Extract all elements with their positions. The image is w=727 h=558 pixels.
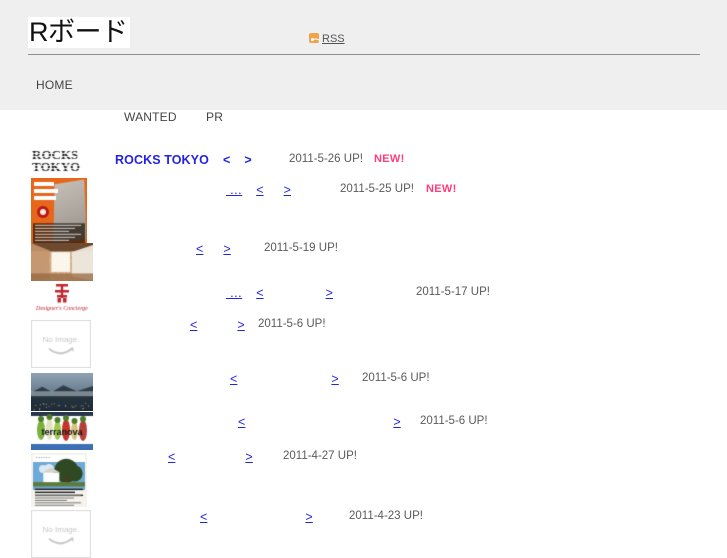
entry-title-ellipsis: … [226, 286, 242, 300]
entry-title-gap [176, 318, 190, 332]
entry-date: 2011-5-6 UP! [362, 372, 430, 384]
entry-open-bracket-icon: < [190, 318, 197, 332]
entry-bracket-gap [245, 415, 393, 429]
no-image-placeholder-image [31, 510, 91, 558]
entry-title-gap [154, 450, 168, 464]
entry-date: 2011-5-25 UP! [340, 183, 414, 195]
entry-title-text [108, 286, 226, 300]
entry-close-bracket-icon: > [284, 183, 291, 197]
entry-open-bracket-icon: < [168, 450, 175, 464]
entry-thumbnail-mountain-landscape-photo[interactable] [31, 373, 93, 411]
entry-title-gap [242, 286, 256, 300]
entry-title-link[interactable]: … < > [108, 183, 291, 197]
entry-title-text [108, 318, 176, 332]
entry-date: 2011-5-6 UP! [258, 318, 326, 330]
entry-close-bracket-icon: > [305, 510, 312, 524]
entry-title-ellipsis: … [226, 183, 242, 197]
entry-title-text: ROCKS TOKYO [115, 153, 209, 167]
entry-bracket-gap [197, 318, 237, 332]
entry-title-link[interactable]: < > [108, 318, 245, 332]
entry-title-link[interactable]: < > [108, 415, 401, 429]
entry-title-gap [182, 242, 196, 256]
house-tree-poster-image [31, 453, 87, 507]
entry-title-gap [209, 153, 223, 167]
primary-nav: HOME [0, 64, 727, 110]
entry-thumbnail-house-tree-poster[interactable] [31, 453, 87, 507]
designers-concierge-logo-image [31, 281, 93, 313]
entry-title-gap [186, 510, 200, 524]
entry-title-link[interactable]: < > [108, 372, 339, 386]
site-logo[interactable]: Rボード [28, 17, 130, 48]
entry-open-bracket-icon: < [200, 510, 207, 524]
entry-date: 2011-4-23 UP! [349, 510, 423, 522]
entry-thumbnail-terranova-vegetables-logo[interactable] [31, 412, 93, 450]
entry-bracket-gap [264, 286, 326, 300]
entry-thumbnail-no-image-placeholder[interactable] [31, 510, 91, 558]
entry-close-bracket-icon: > [244, 153, 251, 167]
entry-title-link[interactable]: … < > [108, 286, 333, 300]
entry-bracket-gap [203, 242, 223, 256]
entry-open-bracket-icon: < [196, 242, 203, 256]
entry-new-badge: NEW! [426, 183, 457, 195]
entry-title-text [108, 510, 186, 524]
entry-close-bracket-icon: > [223, 242, 230, 256]
entry-title-text [108, 415, 224, 429]
entry-title-text [108, 183, 226, 197]
interior-photo-image [31, 243, 93, 281]
no-image-placeholder-image [31, 320, 91, 368]
entry-bracket-gap [207, 510, 305, 524]
entry-close-bracket-icon: > [326, 286, 333, 300]
entry-date: 2011-5-19 UP! [264, 242, 338, 254]
entry-open-bracket-icon: < [256, 286, 263, 300]
entry-date: 2011-5-26 UP! [289, 153, 363, 165]
entry-title-gap [216, 372, 230, 386]
header-divider [28, 54, 700, 55]
entry-title-gap [242, 183, 256, 197]
secondary-nav [0, 110, 727, 136]
terranova-vegetables-logo-image [31, 412, 93, 450]
subnav-item-pr[interactable]: PR [206, 110, 223, 124]
entry-close-bracket-icon: > [331, 372, 338, 386]
entry-title-gap [224, 415, 238, 429]
entry-bracket-gap [175, 450, 245, 464]
entry-open-bracket-icon: < [230, 372, 237, 386]
entry-open-bracket-icon: < [256, 183, 263, 197]
entry-new-badge: NEW! [374, 153, 405, 165]
entry-date: 2011-4-27 UP! [283, 450, 357, 462]
entry-title-link[interactable]: < > [108, 510, 313, 524]
entry-thumbnail-interior-photo[interactable] [31, 243, 93, 281]
rss-label: RSS [322, 33, 345, 45]
entry-date: 2011-5-6 UP! [420, 415, 488, 427]
entry-bracket-gap [237, 372, 331, 386]
entry-open-bracket-icon: < [238, 415, 245, 429]
entry-date: 2011-5-17 UP! [416, 286, 490, 298]
entry-title-text [108, 242, 182, 256]
entry-title-text [108, 372, 216, 386]
mountain-landscape-photo-image [31, 373, 93, 411]
entry-bracket-gap [264, 183, 284, 197]
nav-item-home[interactable]: HOME [36, 78, 73, 92]
rocks-tokyo-logo-image [31, 150, 97, 174]
entry-title-link[interactable]: < > [108, 242, 231, 256]
entry-close-bracket-icon: > [393, 415, 400, 429]
entry-close-bracket-icon: > [237, 318, 244, 332]
subnav-item-wanted[interactable]: WANTED [124, 110, 177, 124]
entry-title-link[interactable]: ROCKS TOKYO < > [115, 153, 252, 167]
entry-thumbnail-designers-concierge-logo[interactable] [31, 281, 93, 313]
entry-title-text [108, 450, 154, 464]
entry-thumbnail-no-image-placeholder[interactable] [31, 320, 91, 368]
entry-bracket-gap [230, 153, 244, 167]
site-header: Rボード RSS HOME [0, 0, 727, 110]
rss-link[interactable]: RSS [309, 33, 345, 45]
entry-open-bracket-icon: < [223, 153, 230, 167]
entry-close-bracket-icon: > [245, 450, 252, 464]
entry-thumbnail-rocks-tokyo-logo[interactable] [31, 150, 97, 174]
rss-feed-icon [309, 33, 319, 43]
entry-title-link[interactable]: < > [108, 450, 253, 464]
